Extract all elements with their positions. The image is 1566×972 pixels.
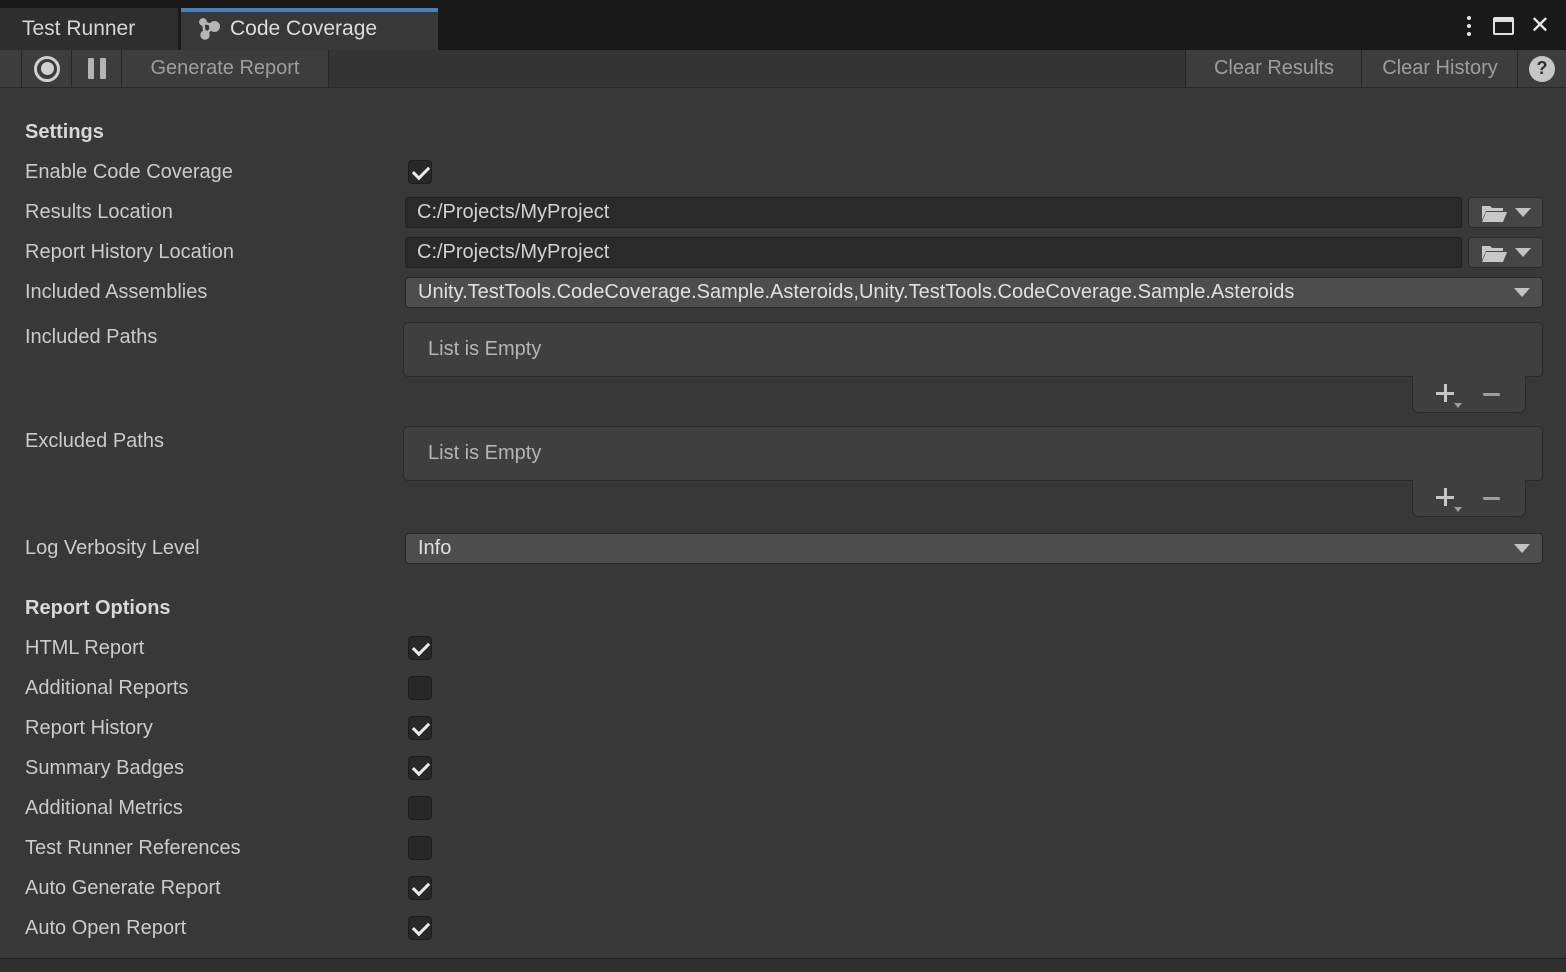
auto-open-report-checkbox[interactable]: [408, 916, 432, 940]
report-history-location-browse-button[interactable]: [1468, 237, 1543, 268]
close-icon[interactable]: ✕: [1528, 14, 1552, 38]
window-controls: ✕: [1459, 10, 1552, 42]
results-location-input[interactable]: C:/Projects/MyProject: [405, 197, 1462, 228]
settings-panel: Settings Enable Code Coverage Results Lo…: [0, 89, 1566, 958]
help-icon: ?: [1529, 56, 1555, 82]
test-runner-references-row: Test Runner References: [0, 833, 1566, 864]
report-history-location-label: Report History Location: [25, 237, 234, 268]
results-location-browse-button[interactable]: [1468, 197, 1543, 228]
results-location-row: Results Location C:/Projects/MyProject: [0, 197, 1566, 228]
record-icon: [34, 56, 60, 82]
remove-item-button[interactable]: [1480, 382, 1504, 406]
help-button[interactable]: ?: [1518, 50, 1566, 87]
auto-open-report-row: Auto Open Report: [0, 913, 1566, 944]
test-runner-references-label: Test Runner References: [25, 833, 241, 864]
toolbar: Generate Report Clear Results Clear Hist…: [0, 50, 1566, 88]
included-assemblies-row: Included Assemblies Unity.TestTools.Code…: [0, 277, 1566, 308]
additional-reports-label: Additional Reports: [25, 673, 188, 704]
included-paths-list-footer: [1412, 376, 1526, 413]
generate-report-button[interactable]: Generate Report: [122, 50, 328, 87]
remove-item-button[interactable]: [1480, 486, 1504, 510]
settings-header-row: Settings: [0, 117, 1566, 148]
chevron-down-icon: [1514, 288, 1530, 297]
window-menu-icon[interactable]: [1459, 13, 1479, 39]
html-report-checkbox[interactable]: [408, 636, 432, 660]
excluded-paths-empty-text: List is Empty: [428, 442, 541, 465]
report-history-location-input[interactable]: C:/Projects/MyProject: [405, 237, 1462, 268]
tab-bar: Test Runner Code Coverage ✕: [0, 0, 1566, 50]
additional-reports-row: Additional Reports: [0, 673, 1566, 704]
settings-header: Settings: [25, 117, 104, 148]
maximize-icon[interactable]: [1493, 17, 1514, 35]
excluded-paths-list[interactable]: List is Empty: [403, 426, 1543, 481]
clear-history-button[interactable]: Clear History: [1362, 50, 1518, 87]
included-paths-list[interactable]: List is Empty: [403, 322, 1543, 377]
auto-generate-report-checkbox[interactable]: [408, 876, 432, 900]
pause-icon: [88, 58, 106, 79]
report-history-row: Report History: [0, 713, 1566, 744]
tab-test-runner-label: Test Runner: [22, 17, 135, 41]
tab-code-coverage[interactable]: Code Coverage: [181, 8, 438, 50]
enable-code-coverage-label: Enable Code Coverage: [25, 157, 233, 188]
auto-generate-report-label: Auto Generate Report: [25, 873, 221, 904]
included-paths-empty-text: List is Empty: [428, 338, 541, 361]
included-assemblies-dropdown[interactable]: Unity.TestTools.CodeCoverage.Sample.Aste…: [405, 277, 1543, 308]
add-item-button[interactable]: [1434, 486, 1458, 510]
record-button[interactable]: [22, 50, 72, 87]
excluded-paths-label: Excluded Paths: [25, 426, 164, 457]
summary-badges-label: Summary Badges: [25, 753, 184, 784]
auto-generate-report-row: Auto Generate Report: [0, 873, 1566, 904]
tab-test-runner[interactable]: Test Runner: [0, 8, 178, 50]
window-bottom-edge: [0, 958, 1566, 972]
included-assemblies-value: Unity.TestTools.CodeCoverage.Sample.Aste…: [418, 281, 1514, 304]
additional-metrics-checkbox[interactable]: [408, 796, 432, 820]
toolbar-spacer: [0, 50, 22, 87]
included-assemblies-label: Included Assemblies: [25, 277, 207, 308]
active-tab-accent: [181, 8, 438, 12]
tab-code-coverage-label: Code Coverage: [230, 17, 377, 41]
folder-open-icon: [1481, 243, 1507, 263]
chevron-down-icon: [1515, 248, 1531, 257]
toolbar-flex-space: [328, 50, 1186, 87]
summary-badges-row: Summary Badges: [0, 753, 1566, 784]
log-verbosity-row: Log Verbosity Level Info: [0, 533, 1566, 564]
additional-metrics-row: Additional Metrics: [0, 793, 1566, 824]
report-options-header-row: Report Options: [0, 593, 1566, 624]
additional-metrics-label: Additional Metrics: [25, 793, 183, 824]
clear-results-button[interactable]: Clear Results: [1186, 50, 1362, 87]
included-paths-label: Included Paths: [25, 322, 157, 353]
report-options-header: Report Options: [25, 593, 171, 624]
add-item-button[interactable]: [1434, 382, 1458, 406]
test-runner-references-checkbox[interactable]: [408, 836, 432, 860]
report-history-checkbox[interactable]: [408, 716, 432, 740]
pause-button[interactable]: [72, 50, 122, 87]
chevron-down-icon: [1515, 208, 1531, 217]
code-coverage-icon: [197, 17, 221, 41]
folder-open-icon: [1481, 203, 1507, 223]
enable-code-coverage-checkbox[interactable]: [408, 160, 432, 184]
report-history-label: Report History: [25, 713, 153, 744]
html-report-label: HTML Report: [25, 633, 144, 664]
summary-badges-checkbox[interactable]: [408, 756, 432, 780]
results-location-label: Results Location: [25, 197, 173, 228]
report-history-location-row: Report History Location C:/Projects/MyPr…: [0, 237, 1566, 268]
chevron-down-icon: [1514, 544, 1530, 553]
log-verbosity-dropdown[interactable]: Info: [405, 533, 1543, 564]
enable-code-coverage-row: Enable Code Coverage: [0, 157, 1566, 188]
additional-reports-checkbox[interactable]: [408, 676, 432, 700]
excluded-paths-list-footer: [1412, 480, 1526, 517]
html-report-row: HTML Report: [0, 633, 1566, 664]
log-verbosity-value: Info: [418, 537, 1514, 560]
auto-open-report-label: Auto Open Report: [25, 913, 186, 944]
code-coverage-window: Test Runner Code Coverage ✕: [0, 0, 1566, 972]
log-verbosity-label: Log Verbosity Level: [25, 533, 200, 564]
